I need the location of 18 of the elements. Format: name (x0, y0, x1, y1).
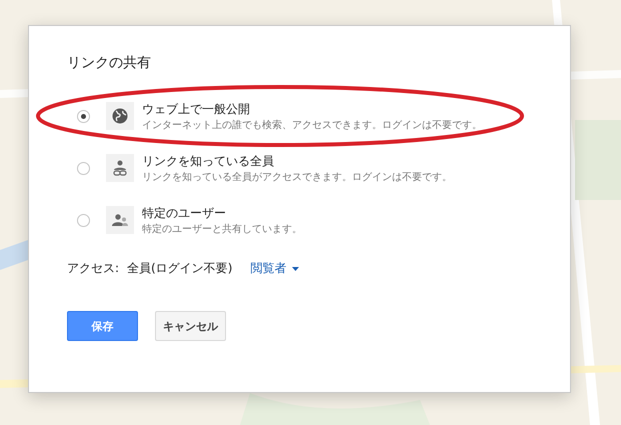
radio-button[interactable] (77, 214, 90, 226)
radio-button[interactable] (77, 110, 90, 122)
globe-icon (112, 108, 128, 124)
people-icon (112, 214, 128, 226)
person-link-icon (113, 160, 127, 176)
access-label: アクセス: (67, 260, 120, 277)
option-label: リンクを知っている全員 (142, 152, 275, 170)
option-description: リンクを知っている全員がアクセスできます。ログインは不要です。 (142, 170, 452, 184)
dialog-title: リンクの共有 (67, 54, 152, 72)
caret-icon (292, 266, 300, 270)
role-dropdown[interactable]: 閲覧者 (250, 260, 300, 277)
option-description: インターネット上の誰でも検索、アクセスできます。ログインは不要です。 (142, 118, 482, 132)
option-label: 特定のユーザー (142, 204, 227, 222)
radio-button[interactable] (77, 162, 90, 174)
option-description: 特定のユーザーと共有しています。 (142, 222, 302, 236)
option-label: ウェブ上で一般公開 (142, 100, 251, 118)
cancel-button[interactable]: キャンセル (155, 311, 226, 341)
access-value: 全員(ログイン不要) (127, 260, 232, 277)
